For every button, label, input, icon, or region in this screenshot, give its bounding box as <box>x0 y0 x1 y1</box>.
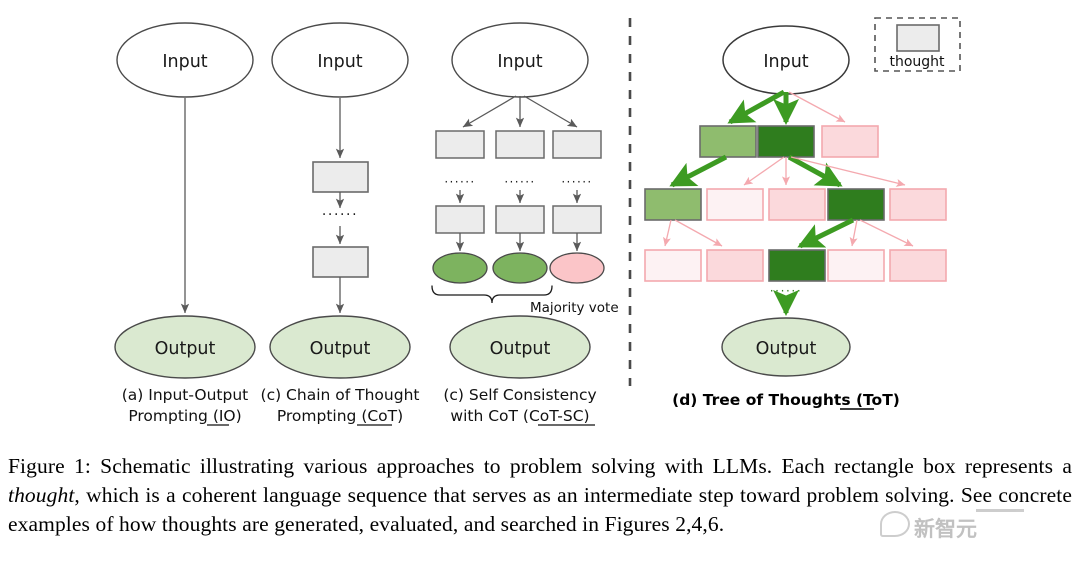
cotsc-thought-box-r1c3 <box>552 130 602 159</box>
caption-line-2-part-a: box represents a <box>923 454 1072 478</box>
legend-thought-swatch-icon <box>896 24 940 52</box>
cotsc-outcome-oval-2 <box>492 252 548 284</box>
cot-input-label: Input <box>317 52 362 72</box>
cotsc-fanout-right <box>523 95 578 128</box>
tot-node-l2c5 <box>889 188 947 221</box>
caption-line-1: Figure 1: Schematic illustrating various… <box>8 454 914 478</box>
legend: thought <box>874 17 961 72</box>
tot-node-l2c1 <box>644 188 702 221</box>
tot-node-l2c4 <box>827 188 885 221</box>
tot-edge-l1c2-to-l2c5 <box>790 156 906 187</box>
tot-edge-l2c4-to-l3c3 <box>797 217 855 249</box>
panel-io: Input Output (a) Input-Output Prompting … <box>114 22 256 426</box>
cot-ellipsis: ······ <box>322 207 358 223</box>
figure-caption-block: Figure 1: Schematic illustrating various… <box>8 452 1072 539</box>
cot-caption-line2: Prompting (CoT) <box>277 407 403 425</box>
cotsc-caption-line2: with CoT (CoT-SC) <box>450 407 589 425</box>
tot-edge-l2c4-to-l3c5 <box>859 219 914 247</box>
tot-input-label: Input <box>763 52 808 72</box>
caption-line-4: searched in Figures 2,4,6. <box>500 512 725 536</box>
cot-thought-box-1 <box>312 161 369 193</box>
panel-cot: Input ······ Output (c) Chain of Thought… <box>261 22 420 426</box>
tot-node-l1c1 <box>699 125 757 158</box>
caption-line-2-part-b: , which is a coherent language sequence … <box>74 483 693 507</box>
tot-edge-l2c1-to-l3c2 <box>674 219 723 247</box>
tot-edge-l1c2-to-l2c2 <box>743 156 785 186</box>
tot-edge-root-to-l1c3 <box>788 91 846 123</box>
tot-caption-label: (d) Tree of Thoughts (ToT) <box>672 391 900 409</box>
tot-output-label: Output <box>756 339 817 359</box>
cotsc-ellipsis-c2: ······ <box>504 175 535 189</box>
cotsc-outcome-oval-1 <box>432 252 488 284</box>
tot-node-l3c5 <box>889 249 947 282</box>
cotsc-output-label: Output <box>490 339 551 359</box>
cotsc-input-label: Input <box>497 52 542 72</box>
tot-edge-l1c2-to-l2c4 <box>787 154 843 188</box>
tot-edge-l1c1-to-l2c1 <box>669 154 728 188</box>
io-input-label: Input <box>162 52 207 72</box>
tot-node-l3c4 <box>827 249 885 282</box>
tot-edge-root-to-l1c1 <box>727 89 786 125</box>
cotsc-outcome-oval-3 <box>549 252 605 284</box>
cot-output-label: Output <box>310 339 371 359</box>
tot-node-l2c2 <box>706 188 764 221</box>
io-caption-line1: (a) Input-Output <box>122 386 249 404</box>
io-output-label: Output <box>155 339 216 359</box>
cotsc-ellipsis-c1: ······ <box>444 175 475 189</box>
cotsc-caption-line1: (c) Self Consistency <box>443 386 596 404</box>
legend-thought-label: thought <box>889 54 945 70</box>
tot-node-l3c2 <box>706 249 764 282</box>
cotsc-fanout-left <box>462 95 517 128</box>
figure-container: Input Output (a) Input-Output Prompting … <box>0 0 1080 575</box>
caption-thought-italic: thought <box>8 483 75 507</box>
tot-node-l3c3 <box>768 249 826 282</box>
cotsc-thought-box-r1c1 <box>435 130 485 159</box>
tot-ellipsis: ······ <box>770 284 803 298</box>
cotsc-thought-box-r2c3 <box>552 205 602 234</box>
cotsc-thought-box-r1c2 <box>495 130 545 159</box>
tot-node-l3c1 <box>644 249 702 282</box>
tot-node-l1c3 <box>821 125 879 158</box>
panel-tot: Input ······ Output (d) Tree of Thoughts… <box>644 25 947 410</box>
cotsc-ellipsis-c3: ······ <box>561 175 592 189</box>
figure-caption: Figure 1: Schematic illustrating various… <box>8 452 1072 539</box>
cot-thought-box-2 <box>312 246 369 278</box>
cot-caption-line1: (c) Chain of Thought <box>261 386 420 404</box>
tot-node-l1c2 <box>757 125 815 158</box>
panel-cot-sc: Input ······ ······ ······ Majority vote… <box>431 22 619 426</box>
tot-node-l2c3 <box>768 188 826 221</box>
cotsc-majority-vote-label: Majority vote <box>530 300 619 316</box>
schematic-diagram: Input Output (a) Input-Output Prompting … <box>114 17 961 426</box>
tot-edge-l2c1-to-l3c1 <box>663 219 672 247</box>
io-caption-line2: Prompting (IO) <box>128 407 241 425</box>
cotsc-thought-box-r2c1 <box>435 205 485 234</box>
tot-edge-l2c4-to-l3c4 <box>849 219 858 247</box>
cotsc-thought-box-r2c2 <box>495 205 545 234</box>
